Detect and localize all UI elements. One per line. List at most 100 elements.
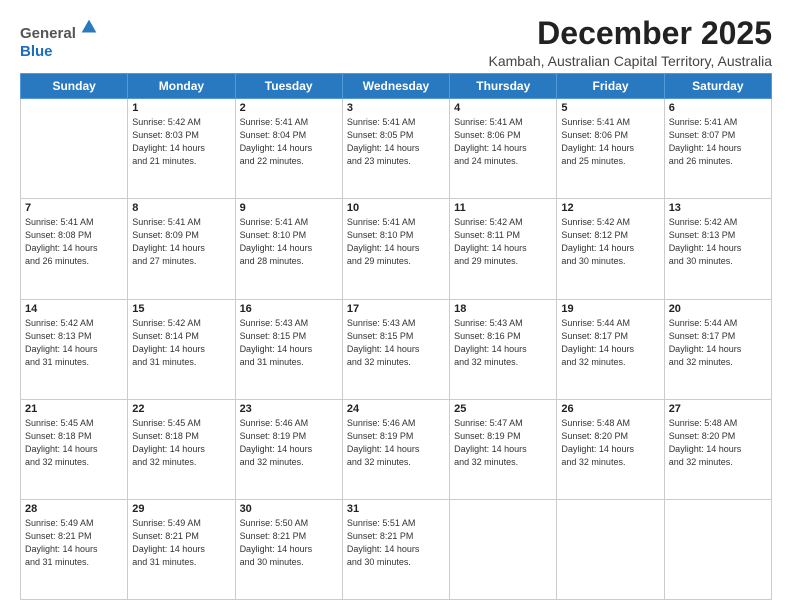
sunset-text: Sunset: 8:21 PM (25, 531, 92, 541)
sunrise-text: Sunrise: 5:44 AM (561, 318, 630, 328)
calendar-cell: 18Sunrise: 5:43 AMSunset: 8:16 PMDayligh… (450, 299, 557, 399)
day-number: 8 (132, 202, 230, 214)
cell-info: Sunrise: 5:41 AMSunset: 8:08 PMDaylight:… (25, 216, 123, 268)
calendar-cell: 15 Sunrise: 5:42 AMSunset: 8:14 PMDayligh… (128, 299, 235, 399)
sunrise-text: Sunrise: 5:41 AM (25, 217, 94, 227)
cell-info: Sunrise: 5:50 AMSunset: 8:21 PMDaylight:… (240, 517, 338, 569)
cell-info: Sunrise: 5:42 AMSunset: 8:13 PMDaylight:… (669, 216, 767, 268)
sunrise-text: Sunrise: 5:50 AM (240, 518, 309, 528)
daylight-text: Daylight: 14 hours (132, 544, 205, 554)
sunset-text: Sunset: 8:18 PM (25, 431, 92, 441)
calendar-body: 1Sunrise: 5:42 AMSunset: 8:03 PMDaylight… (21, 99, 772, 600)
daylight-text: Daylight: 14 hours (561, 243, 634, 253)
day-number: 10 (347, 202, 445, 214)
calendar-cell: 23Sunrise: 5:46 AMSunset: 8:19 PMDayligh… (235, 399, 342, 499)
daylight-text: Daylight: 14 hours (240, 444, 313, 454)
daylight-text: and 29 minutes. (454, 256, 518, 266)
calendar-cell: 11Sunrise: 5:42 AMSunset: 8:11 PMDayligh… (450, 199, 557, 299)
sunrise-text: Sunrise: 5:42 AM (561, 217, 630, 227)
daylight-text: and 31 minutes. (25, 357, 89, 367)
cell-info: Sunrise: 5:49 AM Sunset: 8:21 PM Daylight:… (25, 517, 123, 569)
day-number: 12 (561, 202, 659, 214)
day-number: 23 (240, 403, 338, 415)
daylight-text: and 31 minutes. (25, 557, 89, 567)
daylight-text: Daylight: 14 hours (132, 243, 205, 253)
daylight-text: and 30 minutes. (669, 256, 733, 266)
day-number: 3 (347, 102, 445, 114)
sunrise-text: Sunrise: 5:49 AM (132, 518, 201, 528)
sunrise-text: Sunrise: 5:49 AM (25, 518, 94, 528)
logo-icon (78, 16, 100, 38)
day-number: 25 (454, 403, 552, 415)
calendar-table: SundayMondayTuesdayWednesdayThursdayFrid… (20, 73, 772, 600)
daylight-text: and 32 minutes. (561, 457, 625, 467)
day-number: 7 (25, 202, 123, 214)
sunrise-text: Sunrise: 5:45 AM (25, 418, 94, 428)
day-header-saturday: Saturday (664, 74, 771, 99)
calendar-cell: 3 Sunrise: 5:41 AMSunset: 8:05 PMDaylight… (342, 99, 449, 199)
calendar-cell (664, 499, 771, 599)
week-row-2: 7 Sunrise: 5:41 AMSunset: 8:08 PMDaylight… (21, 199, 772, 299)
daylight-text: and 30 minutes. (240, 557, 304, 567)
cell-info: Sunrise: 5:43 AMSunset: 8:15 PMDaylight:… (240, 317, 338, 369)
calendar-cell: 28Sunrise: 5:49 AMSunset: 8:21 PMDayligh… (21, 499, 128, 599)
daylight-text: and 29 minutes. (347, 256, 411, 266)
daylight-text: Daylight: 14 hours (347, 444, 420, 454)
calendar-cell: 14Sunrise: 5:42 AMSunset: 8:13 PMDayligh… (21, 299, 128, 399)
sunset-text: Sunset: 8:12 PM (561, 230, 628, 240)
cell-info: Sunrise: 5:42 AMSunset: 8:03 PMDaylight:… (132, 116, 230, 168)
daylight-text: Daylight: 14 hours (25, 544, 98, 554)
sunset-text: Sunset: 8:11 PM (454, 230, 520, 240)
sunrise-text: Sunrise: 5:42 AM (25, 318, 94, 328)
sunrise-text: Sunrise: 5:41 AM (347, 217, 416, 227)
calendar-cell: 27Sunrise: 5:48 AMSunset: 8:20 PMDayligh… (664, 399, 771, 499)
sunrise-text: Sunrise: 5:43 AM (454, 318, 523, 328)
cell-info: Sunrise: 5:41 AMSunset: 8:04 PMDaylight:… (240, 116, 338, 168)
calendar-cell: 10Sunrise: 5:41 AMSunset: 8:10 PMDayligh… (342, 199, 449, 299)
cell-info: Sunrise: 5:41 AMSunset: 8:07 PMDaylight:… (669, 116, 767, 168)
daylight-text: Daylight: 14 hours (25, 344, 98, 354)
cell-info: Sunrise: 5:42 AMSunset: 8:14 PMDaylight:… (132, 317, 230, 369)
days-header-row: SundayMondayTuesdayWednesdayThursdayFrid… (21, 74, 772, 99)
day-number: 24 (347, 403, 445, 415)
sunset-text: Sunset: 8:06 PM (454, 130, 521, 140)
daylight-text: Daylight: 14 hours (240, 544, 313, 554)
day-number: 16 (240, 303, 338, 315)
sunset-text: Sunset: 8:04 PM (240, 130, 307, 140)
calendar-cell: 13 Sunrise: 5:42 AMSunset: 8:13 PMDayligh… (664, 199, 771, 299)
daylight-text: Daylight: 14 hours (132, 143, 205, 153)
daylight-text: Daylight: 14 hours (454, 444, 527, 454)
sunrise-text: Sunrise: 5:41 AM (240, 217, 309, 227)
daylight-text: Daylight: 14 hours (669, 344, 742, 354)
daylight-text: Daylight: 14 hours (669, 243, 742, 253)
daylight-text: and 32 minutes. (25, 457, 89, 467)
day-number: 22 (132, 403, 230, 415)
daylight-text: Daylight: 14 hours (669, 444, 742, 454)
daylight-text: and 32 minutes. (347, 357, 411, 367)
day-number: 15 (132, 303, 230, 315)
sunrise-text: Sunrise: 5:46 AM (240, 418, 309, 428)
day-header-sunday: Sunday (21, 74, 128, 99)
calendar-cell: 21Sunrise: 5:45 AMSunset: 8:18 PMDayligh… (21, 399, 128, 499)
day-number: 13 (669, 202, 767, 214)
cell-info: Sunrise: 5:41 AMSunset: 8:05 PMDaylight:… (347, 116, 445, 168)
calendar-cell: 20Sunrise: 5:44 AMSunset: 8:17 PMDayligh… (664, 299, 771, 399)
sunrise-text: Sunrise: 5:41 AM (240, 117, 309, 127)
sunset-text: Sunset: 8:15 PM (347, 331, 414, 341)
day-number: 19 (561, 303, 659, 315)
sunrise-text: Sunrise: 5:42 AM (132, 318, 201, 328)
calendar-cell: 30Sunrise: 5:50 AMSunset: 8:21 PMDayligh… (235, 499, 342, 599)
daylight-text: Daylight: 14 hours (561, 344, 634, 354)
sunrise-text: Sunrise: 5:43 AM (347, 318, 416, 328)
daylight-text: Daylight: 14 hours (240, 344, 313, 354)
cell-info: Sunrise: 5:44 AMSunset: 8:17 PMDaylight:… (561, 317, 659, 369)
calendar-cell: 16 Sunrise: 5:43 AMSunset: 8:15 PMDayligh… (235, 299, 342, 399)
location: Kambah, Australian Capital Territory, Au… (488, 53, 772, 69)
sunset-text: Sunset: 8:13 PM (669, 230, 736, 240)
sunrise-text: Sunrise: 5:51 AM (347, 518, 416, 528)
logo: General Blue (20, 16, 100, 61)
cell-info: Sunrise: 5:41 AMSunset: 8:06 PMDaylight:… (454, 116, 552, 168)
daylight-text: and 32 minutes. (669, 357, 733, 367)
cell-info: Sunrise: 5:41 AMSunset: 8:06 PMDaylight:… (561, 116, 659, 168)
daylight-text: and 32 minutes. (454, 357, 518, 367)
